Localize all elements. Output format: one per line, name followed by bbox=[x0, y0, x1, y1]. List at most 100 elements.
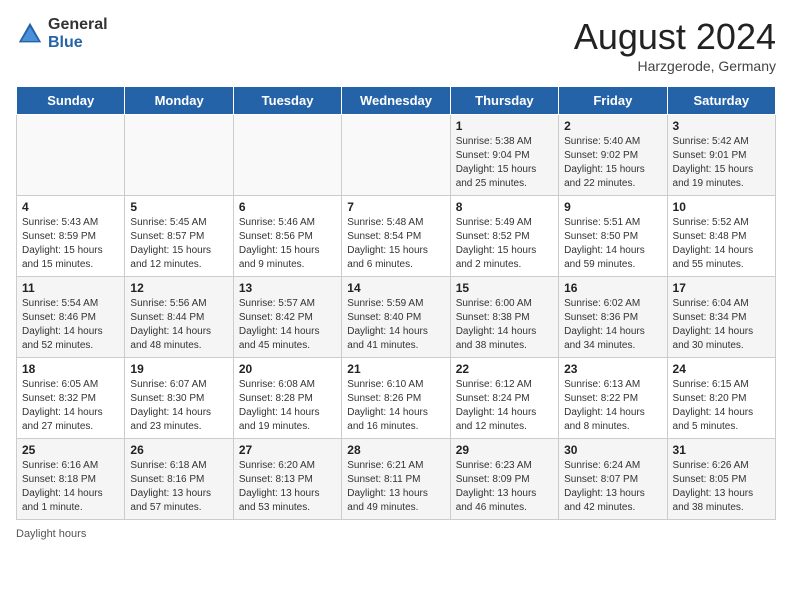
day-number: 18 bbox=[22, 362, 119, 376]
sunrise-label: Sunrise: 6:08 AM bbox=[239, 379, 315, 390]
sunset-label: Sunset: 8:34 PM bbox=[673, 312, 747, 323]
sunset-label: Sunset: 8:09 PM bbox=[456, 474, 530, 485]
calendar-week-row: 11 Sunrise: 5:54 AM Sunset: 8:46 PM Dayl… bbox=[17, 277, 776, 358]
calendar-cell: 14 Sunrise: 5:59 AM Sunset: 8:40 PM Dayl… bbox=[342, 277, 450, 358]
sunset-label: Sunset: 8:30 PM bbox=[130, 393, 204, 404]
sunrise-label: Sunrise: 5:49 AM bbox=[456, 217, 532, 228]
calendar-cell: 17 Sunrise: 6:04 AM Sunset: 8:34 PM Dayl… bbox=[667, 277, 775, 358]
daylight-info: Daylight: 15 hours and 9 minutes. bbox=[239, 245, 320, 270]
sunset-label: Sunset: 8:57 PM bbox=[130, 231, 204, 242]
cell-info: Sunrise: 6:20 AM Sunset: 8:13 PM Dayligh… bbox=[239, 459, 336, 515]
sunrise-label: Sunrise: 5:45 AM bbox=[130, 217, 206, 228]
calendar-cell: 19 Sunrise: 6:07 AM Sunset: 8:30 PM Dayl… bbox=[125, 358, 233, 439]
sunrise-label: Sunrise: 5:51 AM bbox=[564, 217, 640, 228]
daylight-info: Daylight: 14 hours and 52 minutes. bbox=[22, 326, 103, 351]
sunset-label: Sunset: 8:22 PM bbox=[564, 393, 638, 404]
day-number: 26 bbox=[130, 443, 227, 457]
cell-info: Sunrise: 5:57 AM Sunset: 8:42 PM Dayligh… bbox=[239, 297, 336, 353]
day-of-week-header: Thursday bbox=[450, 87, 558, 115]
sunset-label: Sunset: 8:05 PM bbox=[673, 474, 747, 485]
month-year-title: August 2024 bbox=[574, 16, 776, 58]
sunset-label: Sunset: 8:42 PM bbox=[239, 312, 313, 323]
sunset-label: Sunset: 8:24 PM bbox=[456, 393, 530, 404]
daylight-info: Daylight: 15 hours and 22 minutes. bbox=[564, 164, 645, 189]
calendar-cell: 3 Sunrise: 5:42 AM Sunset: 9:01 PM Dayli… bbox=[667, 115, 775, 196]
daylight-info: Daylight: 15 hours and 6 minutes. bbox=[347, 245, 428, 270]
day-number: 3 bbox=[673, 119, 770, 133]
daylight-info: Daylight: 14 hours and 8 minutes. bbox=[564, 407, 645, 432]
sunrise-label: Sunrise: 5:48 AM bbox=[347, 217, 423, 228]
calendar-cell: 22 Sunrise: 6:12 AM Sunset: 8:24 PM Dayl… bbox=[450, 358, 558, 439]
sunset-label: Sunset: 8:16 PM bbox=[130, 474, 204, 485]
sunset-label: Sunset: 9:02 PM bbox=[564, 150, 638, 161]
cell-info: Sunrise: 6:07 AM Sunset: 8:30 PM Dayligh… bbox=[130, 378, 227, 434]
day-number: 4 bbox=[22, 200, 119, 214]
daylight-info: Daylight: 14 hours and 12 minutes. bbox=[456, 407, 537, 432]
sunrise-label: Sunrise: 5:46 AM bbox=[239, 217, 315, 228]
cell-info: Sunrise: 6:00 AM Sunset: 8:38 PM Dayligh… bbox=[456, 297, 553, 353]
cell-info: Sunrise: 5:59 AM Sunset: 8:40 PM Dayligh… bbox=[347, 297, 444, 353]
calendar-footer: Daylight hours bbox=[16, 528, 776, 540]
day-number: 16 bbox=[564, 281, 661, 295]
calendar-cell: 29 Sunrise: 6:23 AM Sunset: 8:09 PM Dayl… bbox=[450, 439, 558, 520]
daylight-info: Daylight: 14 hours and 23 minutes. bbox=[130, 407, 211, 432]
calendar-cell: 18 Sunrise: 6:05 AM Sunset: 8:32 PM Dayl… bbox=[17, 358, 125, 439]
sunset-label: Sunset: 9:04 PM bbox=[456, 150, 530, 161]
sunrise-label: Sunrise: 6:18 AM bbox=[130, 460, 206, 471]
cell-info: Sunrise: 6:08 AM Sunset: 8:28 PM Dayligh… bbox=[239, 378, 336, 434]
day-number: 11 bbox=[22, 281, 119, 295]
daylight-info: Daylight: 13 hours and 57 minutes. bbox=[130, 488, 211, 513]
day-number: 14 bbox=[347, 281, 444, 295]
daylight-info: Daylight: 13 hours and 38 minutes. bbox=[673, 488, 754, 513]
sunrise-label: Sunrise: 5:52 AM bbox=[673, 217, 749, 228]
calendar-cell: 9 Sunrise: 5:51 AM Sunset: 8:50 PM Dayli… bbox=[559, 196, 667, 277]
daylight-info: Daylight: 15 hours and 25 minutes. bbox=[456, 164, 537, 189]
cell-info: Sunrise: 6:16 AM Sunset: 8:18 PM Dayligh… bbox=[22, 459, 119, 515]
sunset-label: Sunset: 8:48 PM bbox=[673, 231, 747, 242]
day-number: 29 bbox=[456, 443, 553, 457]
calendar-cell: 5 Sunrise: 5:45 AM Sunset: 8:57 PM Dayli… bbox=[125, 196, 233, 277]
cell-info: Sunrise: 5:42 AM Sunset: 9:01 PM Dayligh… bbox=[673, 135, 770, 191]
sunrise-label: Sunrise: 6:20 AM bbox=[239, 460, 315, 471]
calendar-cell: 7 Sunrise: 5:48 AM Sunset: 8:54 PM Dayli… bbox=[342, 196, 450, 277]
cell-info: Sunrise: 5:49 AM Sunset: 8:52 PM Dayligh… bbox=[456, 216, 553, 272]
daylight-info: Daylight: 13 hours and 46 minutes. bbox=[456, 488, 537, 513]
sunrise-label: Sunrise: 6:23 AM bbox=[456, 460, 532, 471]
sunrise-label: Sunrise: 6:13 AM bbox=[564, 379, 640, 390]
calendar-cell: 16 Sunrise: 6:02 AM Sunset: 8:36 PM Dayl… bbox=[559, 277, 667, 358]
sunset-label: Sunset: 8:11 PM bbox=[347, 474, 420, 485]
day-number: 2 bbox=[564, 119, 661, 133]
calendar-cell: 15 Sunrise: 6:00 AM Sunset: 8:38 PM Dayl… bbox=[450, 277, 558, 358]
logo-blue: Blue bbox=[48, 34, 108, 52]
cell-info: Sunrise: 5:51 AM Sunset: 8:50 PM Dayligh… bbox=[564, 216, 661, 272]
daylight-info: Daylight: 14 hours and 16 minutes. bbox=[347, 407, 428, 432]
logo-general: General bbox=[48, 16, 108, 34]
cell-info: Sunrise: 5:38 AM Sunset: 9:04 PM Dayligh… bbox=[456, 135, 553, 191]
sunrise-label: Sunrise: 6:24 AM bbox=[564, 460, 640, 471]
day-number: 31 bbox=[673, 443, 770, 457]
cell-info: Sunrise: 5:40 AM Sunset: 9:02 PM Dayligh… bbox=[564, 135, 661, 191]
calendar-cell: 21 Sunrise: 6:10 AM Sunset: 8:26 PM Dayl… bbox=[342, 358, 450, 439]
day-number: 24 bbox=[673, 362, 770, 376]
sunset-label: Sunset: 8:32 PM bbox=[22, 393, 96, 404]
page-header: General Blue August 2024 Harzgerode, Ger… bbox=[16, 16, 776, 74]
day-number: 21 bbox=[347, 362, 444, 376]
sunrise-label: Sunrise: 6:12 AM bbox=[456, 379, 532, 390]
sunrise-label: Sunrise: 5:56 AM bbox=[130, 298, 206, 309]
calendar-cell: 25 Sunrise: 6:16 AM Sunset: 8:18 PM Dayl… bbox=[17, 439, 125, 520]
calendar-week-row: 4 Sunrise: 5:43 AM Sunset: 8:59 PM Dayli… bbox=[17, 196, 776, 277]
sunrise-label: Sunrise: 6:21 AM bbox=[347, 460, 423, 471]
sunset-label: Sunset: 8:46 PM bbox=[22, 312, 96, 323]
day-number: 15 bbox=[456, 281, 553, 295]
calendar-cell: 20 Sunrise: 6:08 AM Sunset: 8:28 PM Dayl… bbox=[233, 358, 341, 439]
calendar-cell bbox=[125, 115, 233, 196]
sunrise-label: Sunrise: 6:07 AM bbox=[130, 379, 206, 390]
cell-info: Sunrise: 6:21 AM Sunset: 8:11 PM Dayligh… bbox=[347, 459, 444, 515]
sunrise-label: Sunrise: 6:04 AM bbox=[673, 298, 749, 309]
calendar-cell bbox=[17, 115, 125, 196]
sunset-label: Sunset: 8:38 PM bbox=[456, 312, 530, 323]
calendar-cell: 11 Sunrise: 5:54 AM Sunset: 8:46 PM Dayl… bbox=[17, 277, 125, 358]
sunset-label: Sunset: 8:13 PM bbox=[239, 474, 313, 485]
sunset-label: Sunset: 8:50 PM bbox=[564, 231, 638, 242]
calendar-cell: 1 Sunrise: 5:38 AM Sunset: 9:04 PM Dayli… bbox=[450, 115, 558, 196]
